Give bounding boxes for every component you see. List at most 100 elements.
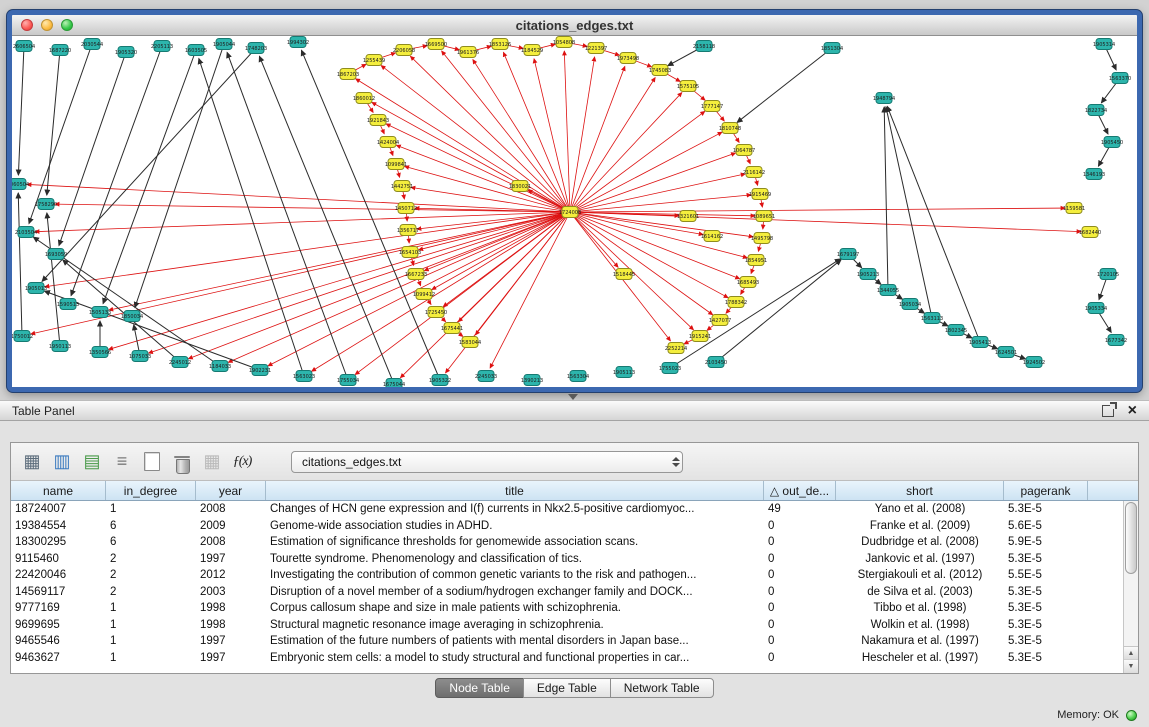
table-cell[interactable]: 14569117 <box>11 586 106 598</box>
graph-node[interactable]: 1810748 <box>719 123 741 134</box>
graph-node[interactable]: 1853126 <box>489 39 511 50</box>
graph-edge[interactable] <box>227 52 348 380</box>
table-cell[interactable]: Stergiakouli et al. (2012) <box>836 569 1004 581</box>
table-cell[interactable]: Genome-wide association studies in ADHD. <box>266 520 764 532</box>
graph-node[interactable]: 1905213 <box>857 269 879 280</box>
graph-node[interactable]: 1905013 <box>25 283 47 294</box>
graph-node[interactable]: 2158118 <box>693 41 715 52</box>
graph-edge[interactable] <box>570 174 745 212</box>
graph-node[interactable]: 1614162 <box>701 231 723 242</box>
table-row[interactable]: 911546021997Tourette syndrome. Phenomeno… <box>11 551 1123 568</box>
table-cell[interactable]: 5.6E-5 <box>1004 520 1088 532</box>
new-column-icon[interactable]: ▤ <box>77 448 107 476</box>
graph-node[interactable]: 1184033 <box>209 361 231 372</box>
table-cell[interactable]: 1 <box>106 602 196 614</box>
graph-node[interactable]: 1064787 <box>733 145 755 156</box>
table-cell[interactable]: 2009 <box>196 520 266 532</box>
graph-node[interactable]: 2606504 <box>13 41 35 52</box>
graph-node[interactable]: 2252214 <box>665 343 687 354</box>
scroll-down-button[interactable]: ▼ <box>1124 660 1138 673</box>
graph-node[interactable]: 1099841 <box>385 159 407 170</box>
table-cell[interactable]: Tourette syndrome. Phenomenology and cla… <box>266 553 764 565</box>
table-cell[interactable]: 5.3E-5 <box>1004 635 1088 647</box>
table-cell[interactable]: 5.9E-5 <box>1004 536 1088 548</box>
table-cell[interactable]: 1 <box>106 619 196 631</box>
graph-edge[interactable] <box>29 44 92 224</box>
graph-node[interactable]: 1390213 <box>521 375 543 386</box>
graph-edge[interactable] <box>570 57 595 212</box>
graph-node[interactable]: 1822734 <box>1085 105 1107 116</box>
close-panel-icon[interactable]: × <box>1128 405 1137 417</box>
graph-node[interactable]: 1915469 <box>749 189 771 200</box>
table-cell[interactable]: 19384554 <box>11 520 106 532</box>
graph-node[interactable]: 2205113 <box>151 41 173 52</box>
column-header-short[interactable]: short <box>836 481 1004 500</box>
graph-node[interactable]: 2060504 <box>12 179 29 190</box>
row-height-icon[interactable]: ≡ <box>107 448 137 476</box>
graph-node[interactable]: 1099412 <box>413 289 435 300</box>
graph-edge[interactable] <box>63 260 180 362</box>
graph-edge[interactable] <box>410 56 570 212</box>
minimize-window-button[interactable] <box>41 19 53 31</box>
graph-node[interactable]: 1720105 <box>1097 269 1119 280</box>
graph-node[interactable]: 1905113 <box>613 367 635 378</box>
graph-edge[interactable] <box>228 212 570 362</box>
table-selector-dropdown[interactable]: citations_edges.txt <box>291 451 683 473</box>
graph-node[interactable]: 1321601 <box>677 211 699 222</box>
table-cell[interactable]: 1998 <box>196 619 266 631</box>
graph-node[interactable]: 1854951 <box>745 255 767 266</box>
column-header-year[interactable]: year <box>196 481 266 500</box>
graph-node[interactable]: 1902231 <box>249 365 271 376</box>
graph-edge[interactable] <box>670 259 840 368</box>
graph-node[interactable]: 1675441 <box>441 323 463 334</box>
graph-edge[interactable] <box>570 153 736 212</box>
graph-edge[interactable] <box>47 50 60 195</box>
graph-node[interactable]: 1961376 <box>457 47 479 58</box>
graph-node[interactable]: 1427077 <box>709 315 731 326</box>
table-cell[interactable]: 5.3E-5 <box>1004 586 1088 598</box>
column-header-name[interactable]: name <box>11 481 106 500</box>
table-cell[interactable]: 18300295 <box>11 536 106 548</box>
graph-edge[interactable] <box>737 48 832 122</box>
graph-edge[interactable] <box>259 56 394 384</box>
table-cell[interactable]: 2003 <box>196 586 266 598</box>
table-cell[interactable]: 0 <box>764 553 836 565</box>
table-cell[interactable]: Corpus callosum shape and size in male p… <box>266 602 764 614</box>
network-view[interactable]: 1724008186720312554392206058166950019613… <box>12 36 1137 387</box>
graph-node[interactable]: 1830021 <box>509 181 531 192</box>
graph-node[interactable]: 2030544 <box>81 39 103 50</box>
table-cell[interactable]: Estimation of the future numbers of pati… <box>266 635 764 647</box>
graph-node[interactable]: 1905334 <box>1085 303 1107 314</box>
new-table-icon[interactable] <box>137 448 167 476</box>
graph-node[interactable]: 1344055 <box>877 285 899 296</box>
graph-node[interactable]: 2245033 <box>475 371 497 382</box>
table-cell[interactable]: Hescheler et al. (1997) <box>836 652 1004 664</box>
graph-node[interactable]: 1687220 <box>49 45 71 56</box>
table-cell[interactable]: 9463627 <box>11 652 106 664</box>
import-table-icon[interactable]: ▦ <box>197 448 227 476</box>
table-cell[interactable]: 9777169 <box>11 602 106 614</box>
graph-node[interactable]: 1054808 <box>553 37 575 48</box>
table-cell[interactable]: 9115460 <box>11 553 106 565</box>
float-panel-icon[interactable] <box>1102 405 1114 417</box>
graph-node[interactable]: 1905320 <box>115 47 137 58</box>
table-cell[interactable]: 2012 <box>196 569 266 581</box>
table-cell[interactable]: Embryonic stem cells: a model to study s… <box>266 652 764 664</box>
graph-node[interactable]: 1603505 <box>185 45 207 56</box>
graph-node[interactable]: 1860012 <box>353 93 375 104</box>
graph-edge[interactable] <box>47 213 60 346</box>
graph-node[interactable]: 1905322 <box>429 375 451 386</box>
table-mode-icon[interactable]: ▦ <box>17 448 47 476</box>
graph-node[interactable]: 1905034 <box>899 299 921 310</box>
graph-node[interactable]: 2245012 <box>169 357 191 368</box>
graph-node[interactable]: 1745083 <box>649 65 671 76</box>
table-cell[interactable]: Disruption of a novel member of a sodium… <box>266 586 764 598</box>
graph-node[interactable]: 1973498 <box>617 53 639 64</box>
graph-node[interactable]: 1563304 <box>567 371 589 382</box>
function-builder-icon[interactable]: ƒ(x) <box>227 448 257 476</box>
graph-node[interactable]: 1788342 <box>725 297 747 308</box>
graph-node[interactable]: 1693059 <box>45 249 67 260</box>
table-cell[interactable]: 0 <box>764 569 836 581</box>
graph-node[interactable]: 1563113 <box>921 313 943 324</box>
graph-node[interactable]: 1350566 <box>89 347 111 358</box>
